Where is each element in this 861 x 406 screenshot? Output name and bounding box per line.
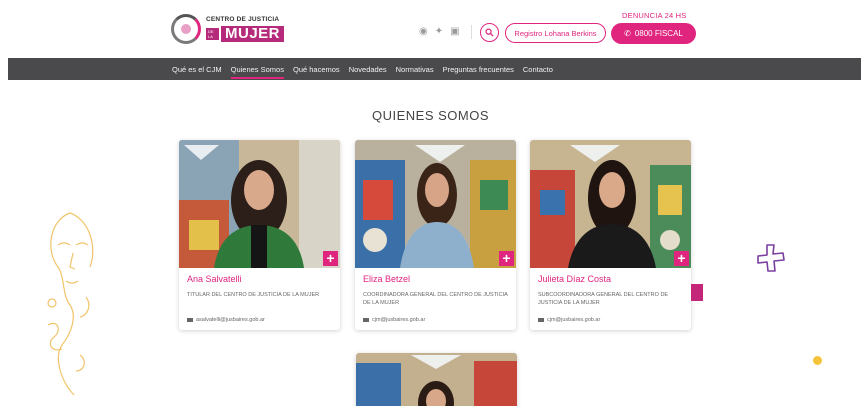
nav-item-normativas[interactable]: Normativas [396,65,434,74]
nav-item-novedades[interactable]: Novedades [349,65,387,74]
logo-sub-text: DE LA [206,28,219,40]
instagram-icon[interactable]: ▣ [450,27,459,37]
cjm-logo[interactable]: CENTRO DE JUSTICIA DE LA MUJER [171,14,285,44]
email-text: cjm@jusbaires.gob.ar [547,317,601,323]
person-name: Julieta Díaz Costa [538,274,612,284]
nav-item-quienes-somos[interactable]: Quienes Somos [230,65,285,79]
twitter-icon[interactable]: ✦ [435,27,443,37]
header-divider [471,25,472,39]
search-icon [485,28,494,37]
social-links: ◉ ✦ ▣ [419,27,460,37]
decorative-face-illustration [47,212,94,396]
nav-item-que-hacemos[interactable]: Qué hacemos [293,65,340,74]
fiscal-label: 0800 FISCAL [634,29,683,38]
page-title: QUIENES SOMOS [371,108,490,123]
side-scroll-tab[interactable] [691,284,703,301]
team-card[interactable]: + Ana Salvatelli TITULAR DEL CENTRO DE J… [179,140,340,330]
person-name: Eliza Betzel [363,274,411,284]
person-photo [355,140,516,268]
email-text: cjm@jusbaires.gob.ar [372,317,426,323]
logo-text: CENTRO DE JUSTICIA DE LA MUJER [206,16,285,42]
person-email[interactable]: cjm@jusbaires.gob.ar [363,317,425,323]
expand-plus-button[interactable]: + [674,251,689,266]
expand-plus-button[interactable]: + [323,251,338,266]
envelope-icon [187,318,193,322]
person-name: Ana Salvatelli [187,274,242,284]
envelope-icon [538,318,544,322]
nav-item-contacto[interactable]: Contacto [523,65,553,74]
main-nav: Qué es el CJM Quienes Somos Qué hacemos … [8,58,861,80]
person-role: COORDINADORA GENERAL DEL CENTRO DE JUSTI… [363,292,508,306]
person-photo [179,140,340,268]
denuncia-label: DENUNCIA 24 HS [622,11,687,20]
person-role: TITULAR DEL CENTRO DE JUSTICIA DE LA MUJ… [187,292,320,298]
nav-item-preguntas[interactable]: Preguntas frecuentes [443,65,514,74]
team-card[interactable]: + Eliza Betzel COORDINADORA GENERAL DEL … [355,140,516,330]
person-email[interactable]: asalvatelli@jusbaires.gob.ar [187,317,265,323]
logo-top-text: CENTRO DE JUSTICIA [206,16,280,23]
envelope-icon [363,318,369,322]
facebook-icon[interactable]: ◉ [419,27,428,37]
registro-lohana-berkins-button[interactable]: Registro Lohana Berkins [505,23,606,43]
logo-mark-icon [171,14,201,44]
person-photo [356,353,517,406]
person-role: SUBCOORDINADORA GENERAL DEL CENTRO DE JU… [538,292,669,306]
person-photo [530,140,691,268]
search-button[interactable] [480,23,499,42]
team-card[interactable] [356,353,517,406]
decorative-dot [813,356,822,365]
email-text: asalvatelli@jusbaires.gob.ar [196,317,265,323]
fiscal-phone-button[interactable]: ✆ 0800 FISCAL [611,23,696,44]
logo-mujer-text: MUJER [221,26,285,42]
site-header: CENTRO DE JUSTICIA DE LA MUJER ◉ ✦ ▣ Reg… [0,0,861,58]
person-email[interactable]: cjm@jusbaires.gob.ar [538,317,600,323]
phone-icon: ✆ [624,29,631,38]
team-card[interactable]: + Julieta Díaz Costa SUBCOORDINADORA GEN… [530,140,691,330]
expand-plus-button[interactable]: + [499,251,514,266]
nav-item-que-es[interactable]: Qué es el CJM [172,65,222,74]
decorative-cross-icon [757,244,785,272]
